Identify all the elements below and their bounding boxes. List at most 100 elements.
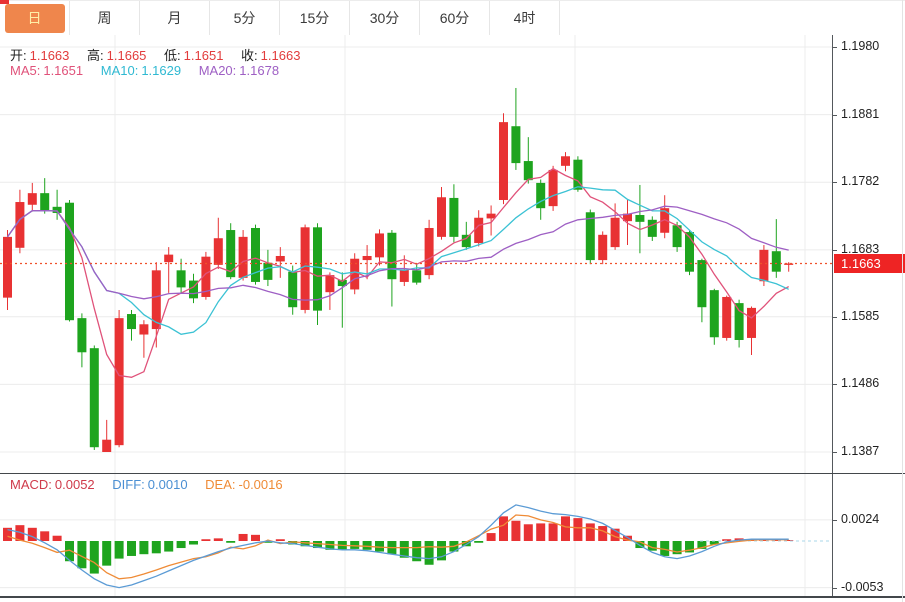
ma5-label: MA5: (10, 63, 40, 78)
macd-bar (511, 521, 520, 541)
macd-bar (561, 516, 570, 541)
macd-bar (598, 526, 607, 541)
candle-body (164, 255, 173, 263)
price-tick-1.1486-label: 1.1486 (841, 376, 879, 390)
candle-body (772, 251, 781, 271)
candle-body (449, 198, 458, 237)
candle-body (375, 233, 384, 257)
candle-body (40, 193, 49, 210)
ma20-label: MA20: (199, 63, 237, 78)
candle-body (474, 218, 483, 243)
candle-body (127, 314, 136, 329)
candle-body (635, 215, 644, 222)
tab-60分[interactable]: 60分 (420, 1, 490, 35)
candle-body (648, 220, 657, 237)
candle-body (301, 227, 310, 310)
macd-bar (375, 541, 384, 552)
price-tick-1.1387-tick (833, 452, 837, 453)
macd-bar (214, 538, 223, 541)
candle-body (239, 237, 248, 278)
candle-body (325, 275, 334, 292)
current-price-badge: 1.1663 (834, 254, 905, 273)
candle-body (276, 256, 285, 261)
candle-body (710, 290, 719, 337)
candle-body (90, 348, 99, 447)
candle-body (611, 218, 620, 247)
candle-body (747, 308, 756, 338)
ma10-value: 1.1629 (141, 63, 181, 78)
candle-body (549, 170, 558, 206)
macd-tick--0.0053-tick (833, 588, 837, 589)
tab-5分[interactable]: 5分 (210, 1, 280, 35)
price-axis: 1.1663 1.19801.18811.17821.16831.15851.1… (832, 35, 905, 598)
dea-value: -0.0016 (239, 477, 283, 492)
macd-bar (226, 541, 235, 543)
macd-label: MACD: (10, 477, 52, 492)
macd-bar (102, 541, 111, 566)
macd-bar (524, 524, 533, 541)
macd-bar (139, 541, 148, 554)
tab-4时[interactable]: 4时 (490, 1, 560, 35)
macd-bar (115, 541, 124, 559)
macd-bar (573, 518, 582, 541)
ma5-line (8, 169, 789, 378)
macd-bar (40, 531, 49, 541)
ma-legend: MA5:1.1651 MA10:1.1629 MA20:1.1678 (10, 63, 282, 78)
dea-label: DEA: (205, 477, 235, 492)
candle-body (598, 235, 607, 260)
macd-bar (425, 541, 434, 565)
candle-body (263, 263, 272, 280)
candle-body (735, 303, 744, 340)
right-edge-border (902, 0, 903, 602)
tab-月[interactable]: 月 (140, 1, 210, 35)
tab-label: 4时 (514, 8, 536, 28)
price-tick-1.1683-label: 1.1683 (841, 242, 879, 256)
tab-周[interactable]: 周 (70, 1, 140, 35)
high-value: 1.1665 (107, 48, 147, 63)
macd-bar (53, 536, 62, 541)
price-tick-1.1585-label: 1.1585 (841, 309, 879, 323)
tab-15分[interactable]: 15分 (280, 1, 350, 35)
macd-chart (0, 474, 832, 597)
low-label: 低: (164, 48, 181, 63)
tab-label: 日 (5, 4, 65, 33)
price-tick-1.1881-label: 1.1881 (841, 107, 879, 121)
macd-bar (549, 523, 558, 541)
macd-value: 0.0052 (55, 477, 95, 492)
macd-bar (127, 541, 136, 556)
price-tick-1.1881-tick (833, 115, 837, 116)
price-tick-1.1585-tick (833, 317, 837, 318)
candlestick-chart (0, 35, 832, 473)
macd-bar (499, 516, 508, 541)
tab-30分[interactable]: 30分 (350, 1, 420, 35)
candle-body (536, 183, 545, 208)
candle-body (139, 324, 148, 334)
ma20-line (8, 206, 789, 300)
price-tick-1.1782-label: 1.1782 (841, 174, 879, 188)
macd-tick--0.0053-label: -0.0053 (841, 580, 883, 594)
diff-line (8, 505, 789, 588)
macd-bar (177, 541, 186, 548)
candle-body (3, 237, 12, 298)
macd-bar (276, 539, 285, 541)
tab-label: 60分 (440, 8, 470, 28)
bottom-border (0, 596, 905, 598)
period-tabbar: 日周 月 5分15分30分 60分 4时 (0, 0, 905, 35)
price-tick-1.1980-tick (833, 47, 837, 48)
macd-tick-0.0024-tick (833, 520, 837, 521)
close-label: 收: (241, 48, 258, 63)
candle-body (115, 318, 124, 445)
candle-body (363, 256, 372, 260)
tab-日[interactable]: 日 (0, 1, 70, 35)
price-tick-1.1782-tick (833, 182, 837, 183)
candle-body (722, 297, 731, 338)
corner-red-mark (0, 0, 9, 4)
price-tick-1.1387-label: 1.1387 (841, 444, 879, 458)
candle-body (561, 156, 570, 166)
candle-body (77, 318, 86, 352)
macd-bar (201, 539, 210, 541)
macd-bar (152, 541, 161, 553)
tab-label: 月 (168, 8, 182, 28)
candle-body (102, 440, 111, 452)
candle-body (288, 272, 297, 308)
